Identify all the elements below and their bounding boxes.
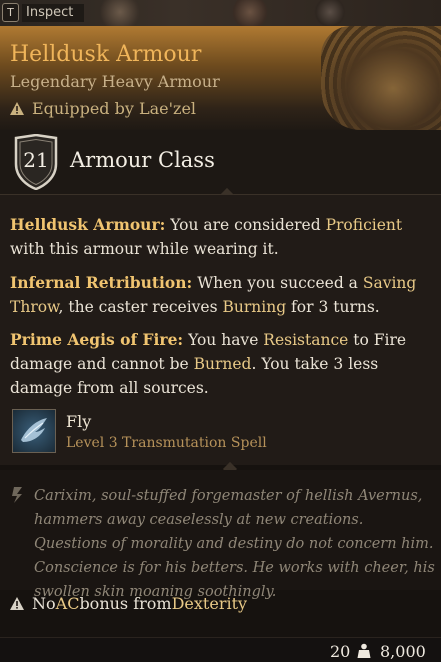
- equipped-status: Equipped by Lae'zel: [10, 99, 196, 118]
- top-decoration: [80, 0, 380, 26]
- equipped-text: Equipped by Lae'zel: [32, 99, 197, 118]
- keyword-ac[interactable]: AC: [56, 594, 80, 613]
- footer-bar: [0, 637, 441, 662]
- item-header: Helldusk Armour Legendary Heavy Armour E…: [0, 26, 441, 130]
- weight-icon: [357, 643, 371, 658]
- passive-helldusk-armour: Helldusk Armour: You are considered Prof…: [10, 215, 403, 258]
- armour-image: [321, 26, 441, 130]
- keyword-resistance[interactable]: Resistance: [263, 331, 348, 349]
- inspect-label[interactable]: Inspect: [22, 4, 84, 22]
- passive-name: Prime Aegis of Fire:: [10, 330, 184, 349]
- spell-name[interactable]: Fly: [66, 412, 91, 431]
- passive-infernal-retribution: Infernal Retribution: When you succeed a…: [10, 273, 417, 316]
- keyword-burned[interactable]: Burned: [194, 355, 252, 373]
- passive-prime-aegis-of-fire: Prime Aegis of Fire: You have Resistance…: [10, 330, 407, 397]
- armour-class-label: Armour Class: [70, 148, 215, 172]
- fly-spell-icon[interactable]: [12, 409, 56, 453]
- restriction-line: No AC bonus from Dexterity: [10, 594, 247, 613]
- warning-icon: [10, 597, 24, 610]
- keyword-burning[interactable]: Burning: [222, 298, 286, 316]
- item-rarity-type: Legendary Heavy Armour: [10, 72, 220, 91]
- armour-class-value: 21: [23, 148, 49, 172]
- keyword-proficient[interactable]: Proficient: [326, 216, 403, 234]
- wing-icon: [21, 418, 47, 442]
- spell-type: Level 3 Transmutation Spell: [66, 435, 267, 451]
- warning-icon: [10, 102, 24, 115]
- quill-icon: [12, 487, 22, 503]
- keyword-dexterity[interactable]: Dexterity: [172, 594, 247, 613]
- lore-text: Carixim, soul-stuffed forgemaster of hel…: [34, 488, 435, 600]
- weight-value: 20: [330, 642, 351, 661]
- gold-value: 8,000: [380, 642, 426, 661]
- passive-name: Helldusk Armour:: [10, 215, 166, 234]
- item-title: Helldusk Armour: [10, 42, 202, 67]
- passive-name: Infernal Retribution:: [10, 273, 193, 292]
- keybind-t[interactable]: T: [2, 3, 19, 22]
- armour-class-row: 21 Armour Class: [0, 130, 441, 195]
- top-bar: T Inspect: [0, 0, 441, 26]
